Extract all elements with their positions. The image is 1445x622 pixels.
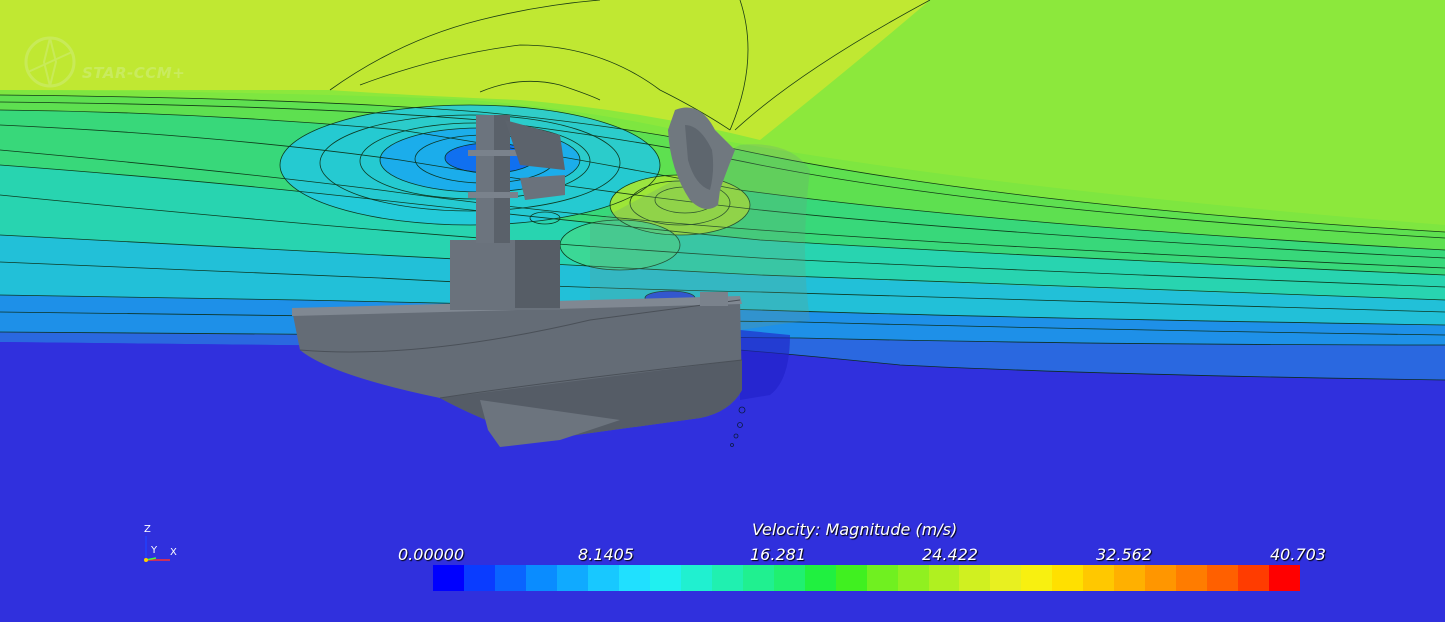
axis-z-label: Z [144, 524, 151, 535]
colorbar-swatch [433, 565, 464, 591]
axis-x-label: X [170, 547, 177, 558]
legend-tick-5: 40.703 [1270, 545, 1326, 564]
graphics-viewport[interactable]: STAR-CCM+ Z Y X Velocity: Magnitude (m/s… [0, 0, 1445, 622]
colorbar-swatch [1238, 565, 1270, 591]
colorbar-swatch [742, 565, 774, 591]
colorbar-swatch [1145, 565, 1177, 591]
mast-ring-1 [468, 150, 518, 156]
colorbar-swatch [773, 565, 805, 591]
colorbar-swatch [1083, 565, 1115, 591]
legend-tick-2: 16.281 [750, 545, 806, 564]
superstructure-side [515, 240, 560, 308]
colorbar-swatch [959, 565, 991, 591]
axis-y-label: Y [151, 545, 158, 556]
deck-box [700, 292, 728, 306]
colorbar-swatch [649, 565, 681, 591]
colorbar-swatch [928, 565, 960, 591]
legend-tick-0: 0.00000 [398, 545, 465, 564]
velocity-contour-scene[interactable] [0, 0, 1445, 622]
colorbar-swatch [556, 565, 588, 591]
mast-ring-2 [468, 192, 518, 198]
star-ccm-logo [24, 36, 76, 88]
colorbar-swatch [1114, 565, 1146, 591]
colorbar-swatch [1021, 565, 1053, 591]
colorbar-swatch [525, 565, 557, 591]
colorbar-swatch [1176, 565, 1208, 591]
mast-shade [494, 115, 510, 243]
colorbar-swatch [463, 565, 495, 591]
colorbar-swatch [587, 565, 619, 591]
legend-tick-4: 32.562 [1096, 545, 1152, 564]
colorbar-swatch [990, 565, 1022, 591]
colorbar-swatch [866, 565, 898, 591]
colorbar-swatch [1052, 565, 1084, 591]
colorbar-swatch [711, 565, 743, 591]
colorbar-swatch [494, 565, 526, 591]
colorbar-swatch [804, 565, 836, 591]
colorbar-swatch [618, 565, 650, 591]
logo-text: STAR-CCM+ [82, 64, 186, 82]
colorbar-swatch [835, 565, 867, 591]
colorbar-swatch [897, 565, 929, 591]
legend-title: Velocity: Magnitude (m/s) [752, 520, 958, 539]
legend-tick-3: 24.422 [922, 545, 978, 564]
legend-colorbar[interactable] [433, 565, 1301, 591]
legend-tick-1: 8.1405 [578, 545, 634, 564]
colorbar-swatch [680, 565, 712, 591]
colorbar-swatch [1269, 565, 1301, 591]
colorbar-swatch [1207, 565, 1239, 591]
